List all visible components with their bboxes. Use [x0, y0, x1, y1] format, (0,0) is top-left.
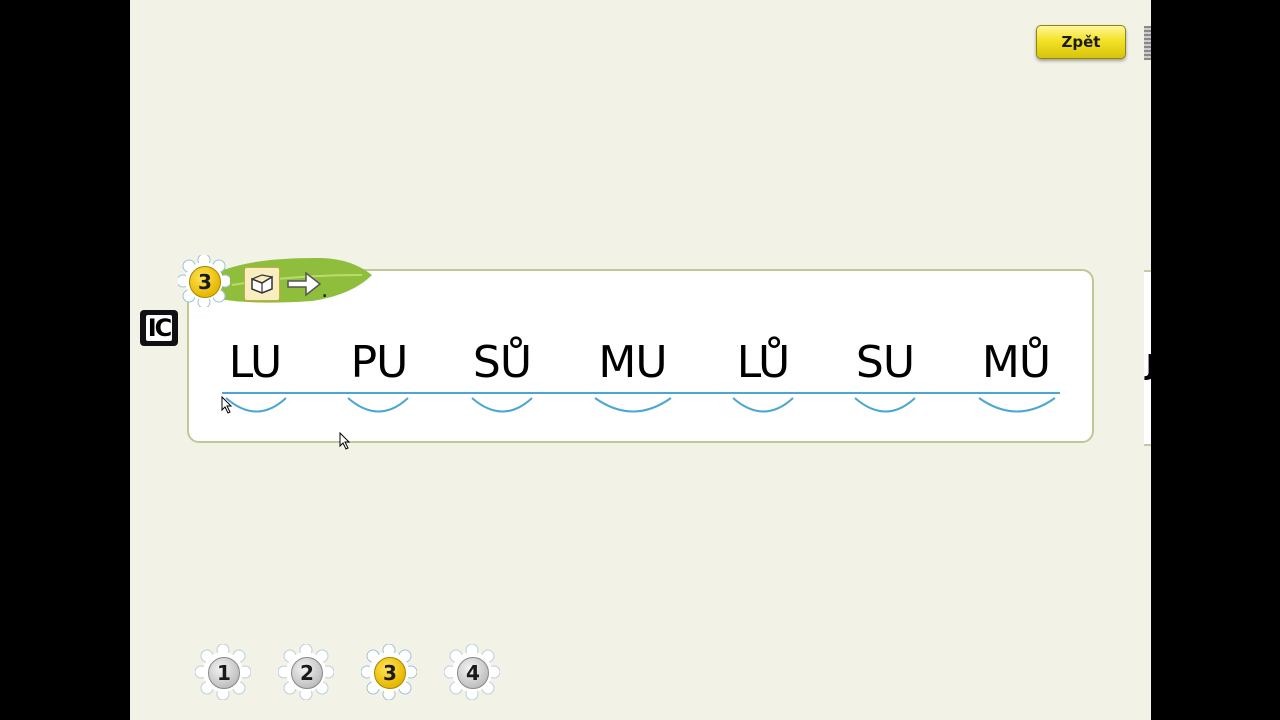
- syllable-arc: [471, 397, 533, 413]
- ic-icon: IC: [140, 310, 178, 346]
- instruction-period: .: [322, 285, 328, 301]
- book-icon: [244, 267, 280, 301]
- page-button-4[interactable]: 4: [444, 644, 500, 700]
- page-button-2[interactable]: 2: [278, 644, 334, 700]
- next-exercise-card-edge: J: [1144, 270, 1151, 446]
- page-button-3[interactable]: 3: [361, 644, 417, 700]
- back-button[interactable]: Zpět: [1036, 25, 1126, 59]
- syllable-mu-krouzek[interactable]: MŮ: [973, 328, 1059, 398]
- next-page-edge: [1144, 26, 1151, 60]
- syllable-lu-krouzek[interactable]: LŮ: [728, 328, 798, 398]
- syllable-arc: [347, 397, 409, 413]
- syllable-pu[interactable]: PU: [343, 328, 415, 398]
- mouse-cursor-icon: [221, 396, 233, 414]
- syllable-arc: [978, 397, 1056, 413]
- syllable-mu[interactable]: MU: [590, 328, 675, 398]
- syllable-arc: [594, 397, 672, 413]
- task-number: 3: [189, 266, 221, 298]
- syllable-arc: [854, 397, 916, 413]
- syllable-lu[interactable]: LU: [220, 328, 290, 398]
- mouse-cursor-icon: [339, 432, 351, 450]
- syllable-arc: [732, 397, 794, 413]
- task-number-badge: 3: [178, 255, 230, 307]
- syllable-su[interactable]: SU: [850, 328, 920, 398]
- syllable-su-krouzek[interactable]: SŮ: [467, 328, 537, 398]
- page-button-1[interactable]: 1: [195, 644, 251, 700]
- exercise-stage: Zpět J 3 . IC: [130, 0, 1151, 720]
- arrow-right-icon: [286, 270, 322, 298]
